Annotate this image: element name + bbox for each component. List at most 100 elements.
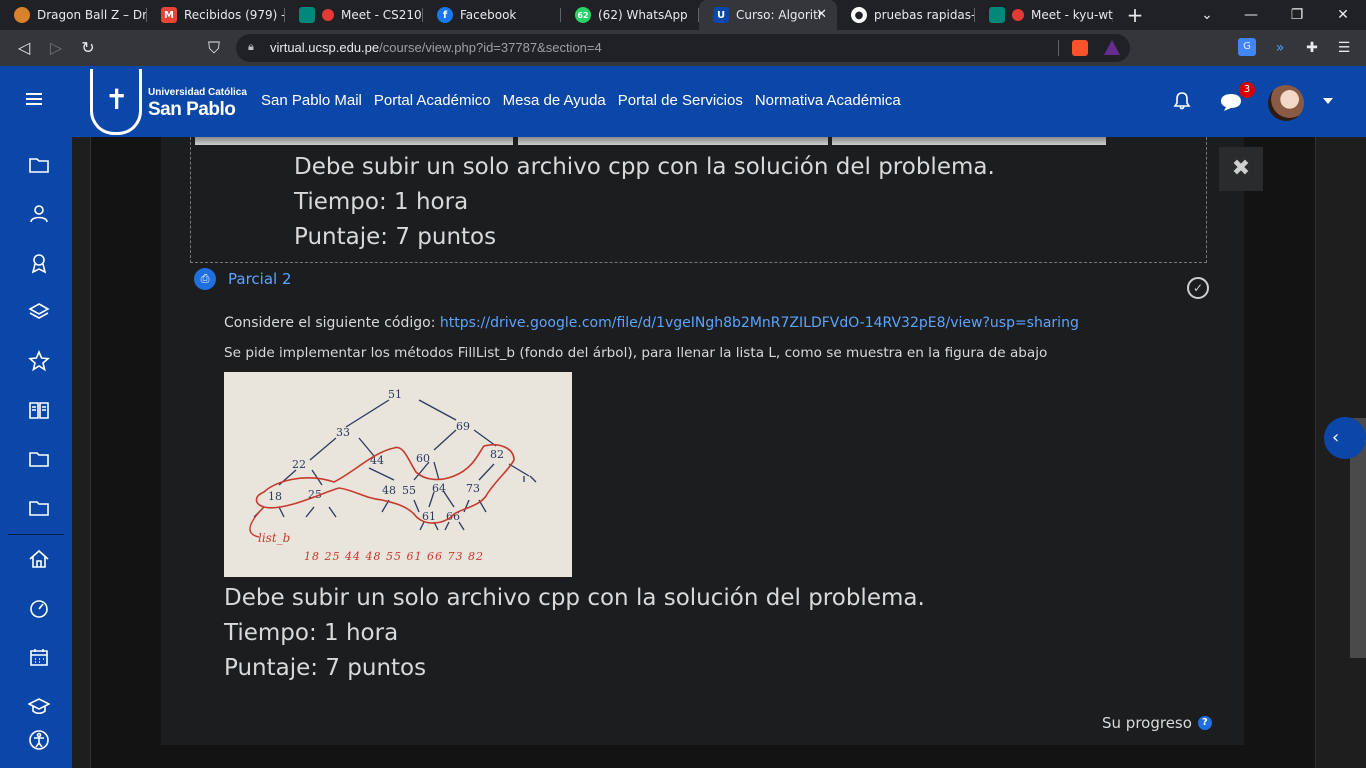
accessibility-icon[interactable]	[28, 729, 50, 751]
code-link[interactable]: https://drive.google.com/file/d/1vgeINgh…	[440, 315, 1079, 331]
bookmark-icon[interactable]: ⛉	[202, 36, 226, 60]
tab-label: Recibidos (979) - ha	[184, 8, 285, 22]
header-nav: San Pablo Mail Portal Académico Mesa de …	[261, 92, 901, 109]
site-logo[interactable]: Universidad Católica San Pablo	[88, 69, 248, 135]
assignment-icon: ⎙	[194, 268, 216, 290]
wallet-icon[interactable]: »	[1270, 38, 1290, 58]
menu-icon[interactable]: ☰	[1334, 38, 1354, 58]
tree-node: 64	[432, 482, 446, 495]
nav-portal-academico[interactable]: Portal Académico	[374, 92, 491, 109]
browser-tab[interactable]: f Facebook	[423, 0, 561, 30]
prev-time-text: Tiempo: 1 hora	[294, 189, 469, 215]
url-text[interactable]: virtual.ucsp.edu.pe/course/view.php?id=3…	[270, 40, 602, 55]
tree-node: 82	[490, 448, 504, 461]
tab-search-icon[interactable]: ⌄	[1184, 0, 1230, 30]
logo-title: San Pablo	[148, 99, 236, 120]
forward-icon[interactable]: ▷	[44, 36, 68, 60]
tree-node: 51	[388, 388, 402, 401]
minimize-button[interactable]: —	[1228, 0, 1274, 30]
nav-drawer	[0, 137, 72, 768]
nav-normativa-academica[interactable]: Normativa Académica	[755, 92, 901, 109]
score-text: Puntaje: 7 puntos	[224, 655, 427, 681]
folder-icon[interactable]	[28, 448, 50, 470]
activity-intro: Considere el siguiente código: https://d…	[224, 315, 1079, 331]
progress-label: Su progreso	[1102, 714, 1192, 732]
browser-tab-strip: Dragon Ball Z – Dra M Recibidos (979) - …	[0, 0, 1366, 30]
browser-tab[interactable]: 62 (62) WhatsApp	[561, 0, 699, 30]
prev-instruction-text: Debe subir un solo archivo cpp con la so…	[294, 154, 995, 180]
reload-icon[interactable]: ↻	[76, 36, 100, 60]
browser-tab-active[interactable]: U Curso: Algoritm ✕	[699, 0, 837, 30]
new-tab-button[interactable]: +	[1124, 4, 1146, 26]
user-menu-caret-icon[interactable]	[1323, 98, 1333, 104]
home-icon[interactable]	[28, 548, 50, 570]
recording-icon	[1012, 9, 1024, 21]
folder-icon[interactable]	[28, 154, 50, 176]
block-drawer-toggle-icon[interactable]: ‹	[1324, 417, 1366, 459]
completion-check-icon[interactable]: ✓	[1187, 277, 1209, 299]
tree-node: 55	[402, 484, 416, 497]
participants-icon[interactable]	[28, 203, 50, 225]
whatsapp-favicon-icon: 62	[575, 7, 591, 23]
tab-label: Meet - kyu-wtj	[1031, 8, 1113, 22]
user-avatar[interactable]	[1268, 85, 1304, 121]
list-b-label: list_b	[258, 531, 290, 545]
list-b-values: 18 25 44 48 55 61 66 73 82	[304, 550, 484, 563]
tree-node: 48	[382, 484, 396, 497]
back-icon[interactable]: ◁	[12, 36, 36, 60]
brave-shields-icon[interactable]	[1072, 40, 1088, 56]
nav-san-pablo-mail[interactable]: San Pablo Mail	[261, 92, 362, 109]
folder-icon[interactable]	[28, 497, 50, 519]
tree-node: 22	[292, 458, 306, 471]
gmail-favicon-icon: M	[161, 7, 177, 23]
restore-button[interactable]: ❐	[1274, 0, 1320, 30]
tree-node: 73	[466, 482, 480, 495]
star-icon[interactable]	[28, 349, 50, 372]
recording-icon	[322, 9, 334, 21]
nav-portal-de-servicios[interactable]: Portal de Servicios	[618, 92, 743, 109]
browser-tab[interactable]: Dragon Ball Z – Dra	[0, 0, 147, 30]
browser-toolbar: ◁ ▷ ↻ ⛉ 🔒︎ virtual.ucsp.edu.pe/course/vi…	[0, 30, 1366, 66]
instruction-text: Debe subir un solo archivo cpp con la so…	[224, 585, 925, 611]
help-icon[interactable]: ?	[1197, 716, 1212, 730]
close-tab-icon[interactable]: ✕	[816, 7, 827, 22]
ucsp-favicon-icon: U	[713, 7, 729, 23]
tree-node: 69	[456, 420, 470, 433]
hamburger-menu-icon[interactable]	[26, 93, 42, 105]
address-bar[interactable]: 🔒︎ virtual.ucsp.edu.pe/course/view.php?i…	[236, 34, 1130, 62]
tab-label: Meet - CS210 -	[341, 8, 423, 22]
badges-icon[interactable]	[28, 252, 50, 274]
graduation-cap-icon[interactable]	[27, 695, 51, 717]
close-icon[interactable]: ✖	[1219, 147, 1263, 191]
browser-tab[interactable]: Meet - CS210 -	[285, 0, 423, 30]
close-window-button[interactable]: ✕	[1320, 0, 1366, 30]
tree-node: 33	[336, 426, 350, 439]
site-header: Universidad Católica San Pablo San Pablo…	[0, 66, 1366, 137]
nav-mesa-de-ayuda[interactable]: Mesa de Ayuda	[503, 92, 606, 109]
main-content: ✖ Debe subir un solo archivo cpp con la …	[90, 137, 1316, 768]
tab-label: Dragon Ball Z – Dra	[37, 8, 147, 22]
browser-tab[interactable]: ● pruebas rapidas-1	[837, 0, 975, 30]
brave-rewards-icon[interactable]	[1104, 40, 1120, 55]
book-icon[interactable]	[28, 399, 50, 421]
dashboard-icon[interactable]	[28, 597, 50, 619]
dragonball-favicon-icon	[14, 7, 30, 23]
time-text: Tiempo: 1 hora	[224, 620, 399, 646]
calendar-icon[interactable]	[28, 646, 50, 668]
messages-icon[interactable]	[1219, 92, 1243, 112]
translate-icon[interactable]: G	[1238, 38, 1256, 56]
extensions-icon[interactable]: ✚	[1302, 38, 1322, 58]
ucsp-shield-icon	[90, 69, 142, 135]
logo-subtitle: Universidad Católica	[148, 87, 247, 98]
browser-tab[interactable]: Meet - kyu-wtj	[975, 0, 1113, 30]
facebook-favicon-icon: f	[437, 7, 453, 23]
prev-score-text: Puntaje: 7 puntos	[294, 224, 497, 250]
activity-title-link[interactable]: Parcial 2	[228, 270, 292, 288]
layers-icon[interactable]	[28, 301, 50, 323]
messages-count-badge: 3	[1239, 82, 1255, 98]
lock-icon: 🔒︎	[248, 40, 254, 53]
notifications-bell-icon[interactable]	[1172, 91, 1192, 111]
activity-instruction: Se pide implementar los métodos FillList…	[224, 345, 1048, 361]
tree-node: 60	[416, 452, 430, 465]
browser-tab[interactable]: M Recibidos (979) - ha	[147, 0, 285, 30]
